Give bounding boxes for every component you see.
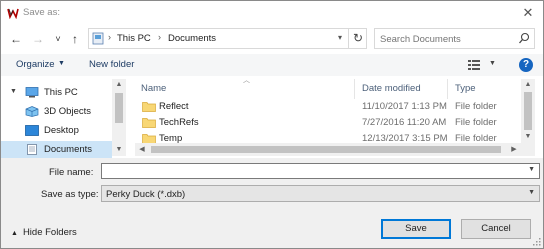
column-header-date-modified[interactable]: Date modified xyxy=(356,79,448,99)
file-name-dropdown-icon[interactable]: ▼ xyxy=(528,166,535,173)
scroll-down-icon[interactable]: ▼ xyxy=(112,144,126,156)
table-row[interactable]: Reflect 11/10/2017 1:13 PM File folder xyxy=(135,98,520,114)
file-date: 11/10/2017 1:13 PM xyxy=(362,101,447,112)
computer-icon xyxy=(25,87,39,98)
file-name: TechRefs xyxy=(159,117,199,128)
forward-button[interactable]: → xyxy=(31,31,45,47)
resize-grip-icon[interactable] xyxy=(533,238,541,246)
cancel-button[interactable]: Cancel xyxy=(461,219,531,239)
scroll-up-icon[interactable]: ▲ xyxy=(521,79,535,91)
sidebar-item-label: Desktop xyxy=(44,125,79,136)
save-options-panel: File name: ▼ Save as type: Perky Duck (*… xyxy=(1,158,543,248)
save-as-type-select[interactable]: Perky Duck (*.dxb) ▼ xyxy=(101,185,540,202)
3d-objects-icon xyxy=(25,106,39,117)
table-row[interactable]: Temp 12/13/2017 3:15 PM File folder xyxy=(135,130,520,143)
back-button[interactable]: ← xyxy=(9,31,23,47)
breadcrumb-separator: › xyxy=(108,32,111,42)
view-dropdown-icon[interactable]: ▼ xyxy=(489,60,496,67)
breadcrumb-this-pc[interactable]: This PC xyxy=(117,33,151,44)
scroll-up-icon[interactable]: ▲ xyxy=(112,79,126,91)
file-type: File folder xyxy=(455,117,497,128)
organize-button[interactable]: Organize xyxy=(16,59,55,70)
breadcrumb-separator: › xyxy=(158,32,161,42)
column-header-label: Date modified xyxy=(362,83,421,94)
sidebar-item-label: This PC xyxy=(44,87,78,98)
save-button[interactable]: Save xyxy=(381,219,451,239)
scrollbar-thumb[interactable] xyxy=(151,146,501,153)
hide-folders-label: Hide Folders xyxy=(22,227,77,238)
file-type: File folder xyxy=(455,133,497,143)
sidebar-item-this-pc[interactable]: ▼ This PC xyxy=(1,84,112,101)
up-button[interactable]: ↑ xyxy=(68,31,82,47)
window-title: Save as: xyxy=(23,7,60,18)
chevron-down-icon[interactable]: ▼ xyxy=(528,189,535,196)
file-name: Reflect xyxy=(159,101,189,112)
column-header-type[interactable]: Type xyxy=(449,79,521,99)
navigation-pane: ▼ This PC 3D Objects Desktop Documents xyxy=(1,79,127,158)
folder-icon xyxy=(142,118,156,128)
file-name-field[interactable]: ▼ xyxy=(101,163,540,179)
sidebar-item-3d-objects[interactable]: 3D Objects xyxy=(1,103,112,120)
save-as-type-value: Perky Duck (*.dxb) xyxy=(106,189,186,200)
sidebar-item-documents[interactable]: Documents xyxy=(1,141,112,158)
file-list-vertical-scrollbar[interactable]: ▲ ▼ xyxy=(521,79,535,143)
documents-icon xyxy=(27,144,37,155)
organize-dropdown-icon[interactable]: ▼ xyxy=(58,60,65,67)
app-logo-icon xyxy=(7,7,19,19)
table-row[interactable]: TechRefs 7/27/2016 11:20 AM File folder xyxy=(135,114,520,130)
file-date: 12/13/2017 3:15 PM xyxy=(362,133,448,143)
file-name-label: File name: xyxy=(49,167,94,178)
file-list-horizontal-scrollbar[interactable]: ◀ ▶ xyxy=(135,143,535,156)
scrollbar-thumb[interactable] xyxy=(115,93,123,123)
this-pc-icon xyxy=(92,32,104,45)
file-name: Temp xyxy=(159,133,183,143)
file-name-input[interactable] xyxy=(105,165,525,177)
new-folder-button[interactable]: New folder xyxy=(89,59,134,70)
scroll-left-icon[interactable]: ◀ xyxy=(135,143,149,156)
search-input[interactable] xyxy=(380,32,510,46)
save-as-type-label: Save as type: xyxy=(41,189,99,200)
chevron-up-icon: ▲ xyxy=(11,230,18,237)
address-dropdown-icon[interactable]: ▾ xyxy=(338,33,342,42)
search-box[interactable] xyxy=(374,28,535,49)
breadcrumb-documents[interactable]: Documents xyxy=(168,33,216,44)
scrollbar-thumb[interactable] xyxy=(524,92,532,130)
scroll-right-icon[interactable]: ▶ xyxy=(507,143,521,156)
search-icon xyxy=(519,32,530,44)
close-button[interactable]: ✕ xyxy=(517,3,539,23)
column-header-label: Name xyxy=(141,83,167,94)
change-view-icon[interactable] xyxy=(467,59,483,71)
navigation-pane-scrollbar[interactable]: ▲ ▼ xyxy=(112,79,126,156)
file-type: File folder xyxy=(455,101,497,112)
scroll-down-icon[interactable]: ▼ xyxy=(521,131,535,143)
save-as-dialog: Save as: ✕ ← → ˅ ↑ › This PC › Documents… xyxy=(0,0,544,249)
help-button[interactable]: ? xyxy=(519,58,533,72)
desktop-icon xyxy=(25,125,39,136)
address-bar[interactable]: › This PC › Documents ▾ xyxy=(88,28,367,49)
folder-icon xyxy=(142,134,156,143)
file-date: 7/27/2016 11:20 AM xyxy=(362,117,447,128)
title-bar: Save as: ✕ xyxy=(1,1,543,25)
hide-folders-button[interactable]: ▲ Hide Folders xyxy=(11,227,77,238)
sidebar-item-label: Documents xyxy=(44,144,93,155)
sidebar-item-desktop[interactable]: Desktop xyxy=(1,122,112,139)
recent-locations-button[interactable]: ˅ xyxy=(51,31,65,47)
folder-icon xyxy=(142,102,156,112)
column-header-name[interactable]: Name xyxy=(135,79,355,99)
command-bar: Organize ▼ New folder ▼ xyxy=(1,54,543,76)
sidebar-item-label: 3D Objects xyxy=(44,106,91,117)
collapse-chevron-icon[interactable]: ▼ xyxy=(10,88,17,95)
refresh-button[interactable]: ↻ xyxy=(348,28,367,49)
column-header-label: Type xyxy=(455,83,476,94)
